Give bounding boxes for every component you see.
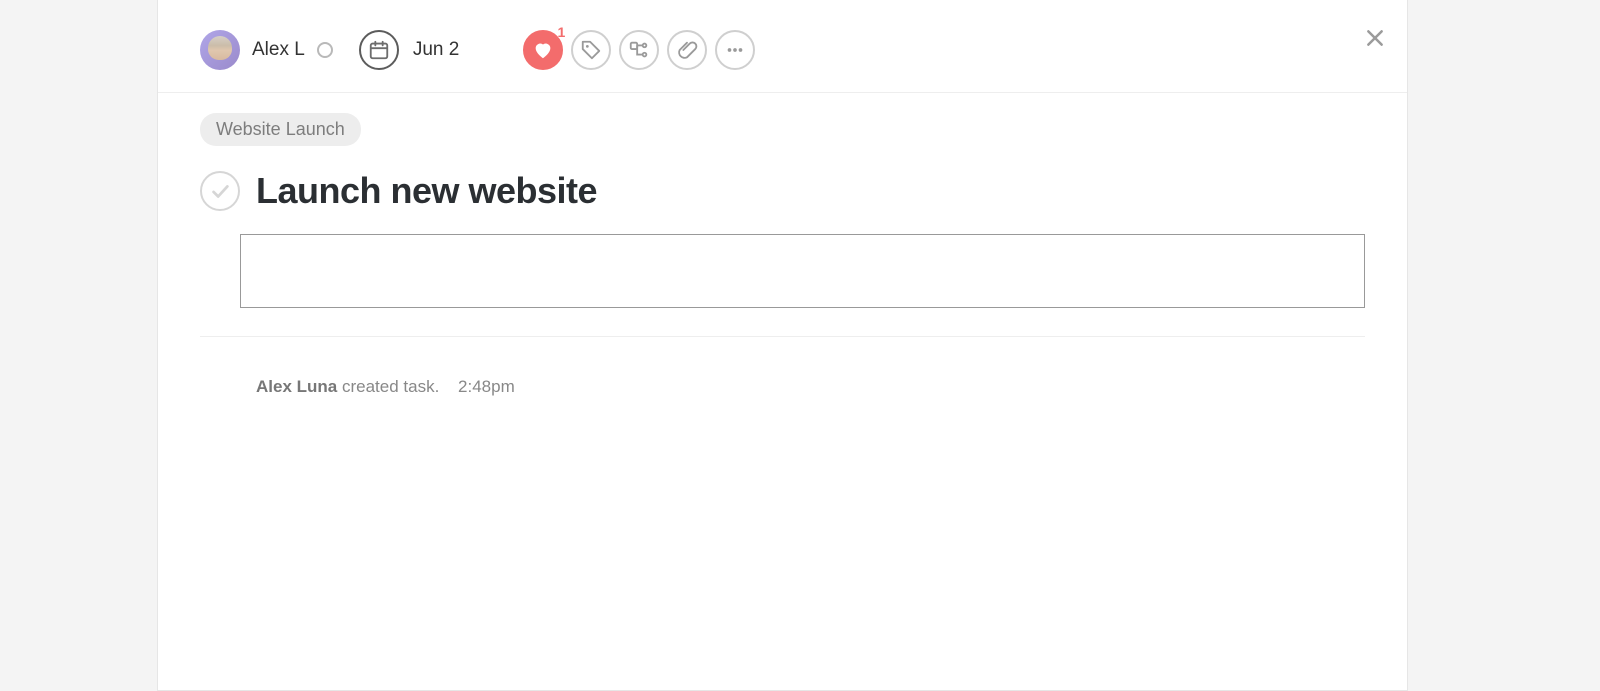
calendar-icon-circle	[359, 30, 399, 70]
assignee-button[interactable]: Alex L	[200, 30, 333, 70]
task-body: Website Launch Launch new website Alex L…	[158, 93, 1407, 397]
like-button[interactable]: 1	[523, 30, 563, 70]
activity-time: 2:48pm	[458, 377, 515, 396]
heart-icon	[532, 39, 554, 61]
due-date-button[interactable]: Jun 2	[359, 30, 459, 70]
check-icon	[209, 180, 231, 202]
activity-entry: Alex Luna created task. 2:48pm	[200, 337, 1365, 397]
task-header: Alex L Jun 2 1	[158, 0, 1407, 93]
assignee-avatar	[200, 30, 240, 70]
activity-actor: Alex Luna	[256, 377, 337, 396]
like-count: 1	[558, 24, 566, 40]
close-button[interactable]	[1365, 28, 1385, 48]
action-buttons: 1	[523, 30, 755, 70]
subtask-icon	[628, 39, 650, 61]
paperclip-icon	[676, 39, 698, 61]
assignee-status-dot	[317, 42, 333, 58]
task-title[interactable]: Launch new website	[256, 170, 597, 212]
tag-button[interactable]	[571, 30, 611, 70]
subtask-button[interactable]	[619, 30, 659, 70]
assignee-name: Alex L	[252, 39, 305, 61]
due-date-text: Jun 2	[413, 39, 459, 61]
tag-icon	[580, 39, 602, 61]
complete-task-button[interactable]	[200, 171, 240, 211]
calendar-icon	[368, 39, 390, 61]
attachment-button[interactable]	[667, 30, 707, 70]
description-input[interactable]	[240, 234, 1365, 308]
more-actions-button[interactable]	[715, 30, 755, 70]
close-icon	[1365, 28, 1385, 48]
activity-action: created task.	[337, 377, 439, 396]
task-detail-panel: Alex L Jun 2 1	[157, 0, 1408, 691]
title-row: Launch new website	[200, 170, 1365, 212]
more-icon	[724, 39, 746, 61]
project-chip[interactable]: Website Launch	[200, 113, 361, 146]
